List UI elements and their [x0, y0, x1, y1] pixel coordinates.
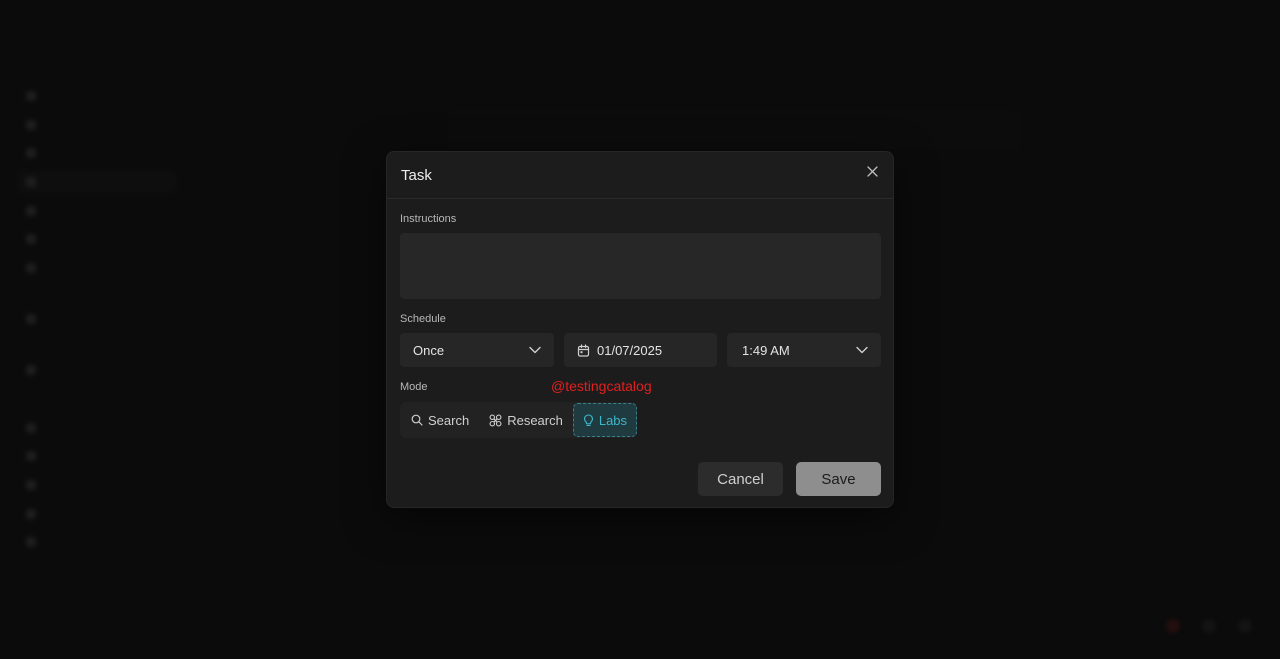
mode-toggle-group: Search Research Labs [400, 402, 638, 438]
search-icon [411, 414, 423, 426]
research-icon [489, 414, 502, 426]
mode-research-button[interactable]: Research [479, 403, 573, 437]
frequency-value: Once [413, 342, 445, 358]
task-dialog: Task Instructions Schedule Once 01/07/20… [386, 151, 894, 508]
mode-labs-button[interactable]: Labs [572, 403, 638, 437]
mode-research-label: Research [507, 412, 563, 428]
mode-label: Mode [400, 381, 428, 393]
mode-search-label: Search [428, 412, 470, 428]
dialog-title: Task [401, 166, 432, 184]
instructions-label: Instructions [400, 213, 457, 225]
schedule-label: Schedule [400, 313, 446, 325]
watermark-text: @testingcatalog [551, 378, 652, 394]
frequency-select[interactable]: Once [400, 333, 554, 367]
mode-labs-label: Labs [598, 412, 628, 428]
date-value: 01/07/2025 [597, 342, 663, 358]
close-icon [866, 165, 878, 177]
mode-search-button[interactable]: Search [401, 403, 479, 437]
chevron-down-icon [529, 346, 541, 354]
cancel-button[interactable]: Cancel [698, 462, 783, 496]
close-button[interactable] [863, 162, 881, 180]
time-select[interactable]: 1:49 AM [727, 333, 881, 367]
save-button[interactable]: Save [796, 462, 881, 496]
time-value: 1:49 AM [742, 342, 790, 358]
date-picker[interactable]: 01/07/2025 [564, 333, 717, 367]
lightbulb-icon [583, 413, 593, 426]
instructions-input[interactable] [400, 233, 881, 299]
calendar-icon [577, 343, 590, 357]
chevron-down-icon [856, 346, 868, 354]
dialog-header: Task [387, 152, 893, 199]
